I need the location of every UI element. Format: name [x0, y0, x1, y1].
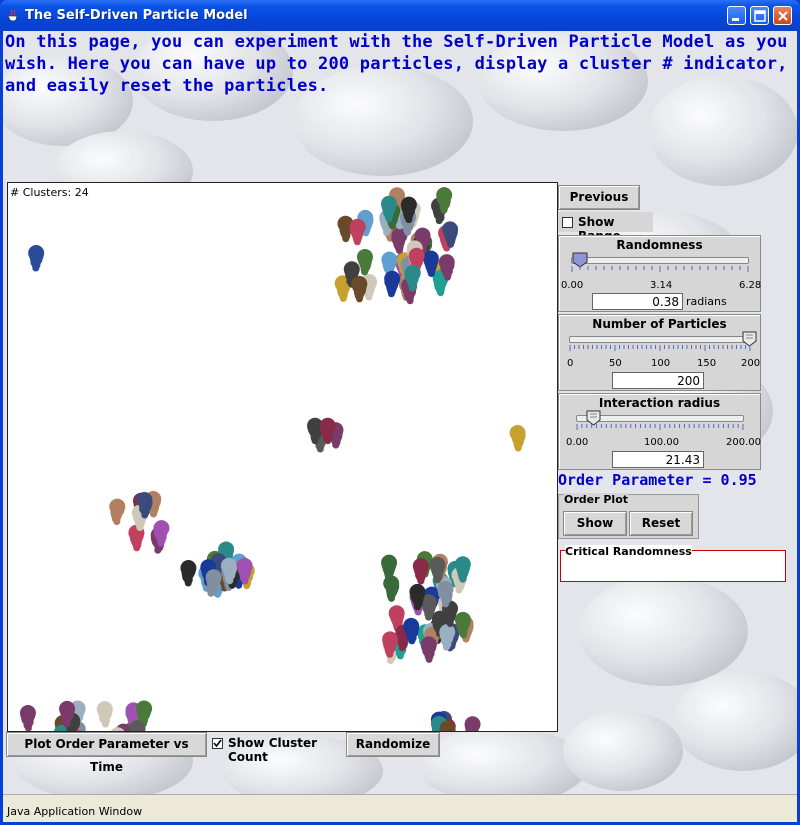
particle	[349, 218, 366, 246]
particles-track[interactable]	[569, 336, 751, 343]
checkmark-icon	[213, 739, 222, 748]
randomness-track[interactable]	[571, 257, 749, 264]
particles-tick-150: 150	[697, 358, 717, 369]
particles-title: Number of Particles	[592, 317, 727, 331]
show-plot-button[interactable]: Show	[563, 511, 627, 536]
particle	[180, 560, 197, 587]
previous-button[interactable]: Previous	[558, 185, 640, 210]
particles-tick-50: 50	[609, 358, 622, 369]
window-title: The Self-Driven Particle Model	[25, 8, 248, 23]
show-range-checkbox[interactable]	[562, 217, 573, 228]
radius-ticks	[576, 424, 744, 430]
simulation-canvas[interactable]: # Clusters: 24	[7, 182, 558, 732]
radius-title: Interaction radius	[598, 396, 721, 410]
show-cluster-count-checkbox[interactable]	[212, 738, 223, 749]
critical-randomness-box: Critical Randomness	[560, 545, 786, 582]
show-range-row[interactable]: Show Range	[558, 212, 653, 243]
randomness-unit: radians	[686, 295, 727, 308]
cluster-count-label: # Clusters: 24	[10, 186, 89, 199]
particle	[28, 245, 45, 272]
particle	[412, 557, 429, 585]
randomize-button[interactable]: Randomize	[346, 732, 440, 757]
particle	[464, 716, 481, 731]
title-bar: The Self-Driven Particle Model	[0, 0, 800, 31]
plot-order-parameter-button[interactable]: Plot Order Parameter vs Time	[6, 732, 207, 774]
show-cluster-count-row[interactable]: Show Cluster Count	[209, 734, 345, 764]
order-parameter-readout: Order Parameter = 0.95	[558, 471, 757, 489]
maximize-icon	[754, 10, 766, 22]
show-cluster-count-label: Show Cluster Count	[228, 736, 318, 764]
randomness-ticks	[571, 266, 749, 272]
close-icon	[778, 11, 788, 21]
particles-tick-0: 0	[567, 358, 574, 369]
radius-panel: Interaction radius 0.00 100.00 200.00 21…	[558, 393, 761, 470]
particles-panel: Number of Particles 0 50 100 150 200 200	[558, 314, 761, 391]
critical-randomness-label: Critical Randomness	[565, 545, 692, 558]
minimize-icon	[732, 18, 739, 21]
intro-text: On this page, you can experiment with th…	[5, 32, 788, 96]
particles-tick-200: 200	[741, 358, 761, 369]
randomness-tick-mid: 3.14	[650, 280, 673, 291]
radius-value-field[interactable]: 21.43	[612, 451, 704, 468]
status-text: Java Application Window	[7, 805, 143, 818]
close-button[interactable]	[773, 6, 792, 25]
particle	[109, 498, 126, 526]
particle	[509, 425, 526, 452]
randomness-tick-min: 0.00	[561, 280, 584, 291]
particle	[19, 705, 36, 731]
order-plot-label: Order Plot	[564, 493, 629, 506]
reset-plot-button[interactable]: Reset	[629, 511, 693, 536]
radius-tick-min: 0.00	[566, 437, 589, 448]
particles-value-field[interactable]: 200	[612, 372, 704, 389]
particles-ticks	[569, 345, 751, 351]
maximize-button[interactable]	[750, 6, 769, 25]
randomness-value-field[interactable]: 0.38	[592, 293, 683, 310]
minimize-button[interactable]	[727, 6, 746, 25]
particle	[384, 270, 401, 298]
order-plot-group: Order Plot Show Reset	[558, 493, 699, 539]
randomness-tick-max: 6.28	[739, 280, 762, 291]
randomness-title: Randomness	[616, 238, 703, 252]
status-bar: Java Application Window	[3, 794, 797, 822]
particle-field	[19, 187, 526, 731]
particle	[420, 636, 437, 663]
randomness-panel: Randomness 0.00 3.14 6.28 0.38 radians	[558, 235, 761, 312]
particle	[351, 275, 368, 303]
client-area: On this page, you can experiment with th…	[3, 31, 797, 794]
particle	[96, 701, 113, 728]
particles-tick-100: 100	[651, 358, 671, 369]
java-icon	[7, 9, 18, 22]
radius-tick-max: 200.00	[726, 437, 761, 448]
radius-tick-mid: 100.00	[644, 437, 679, 448]
